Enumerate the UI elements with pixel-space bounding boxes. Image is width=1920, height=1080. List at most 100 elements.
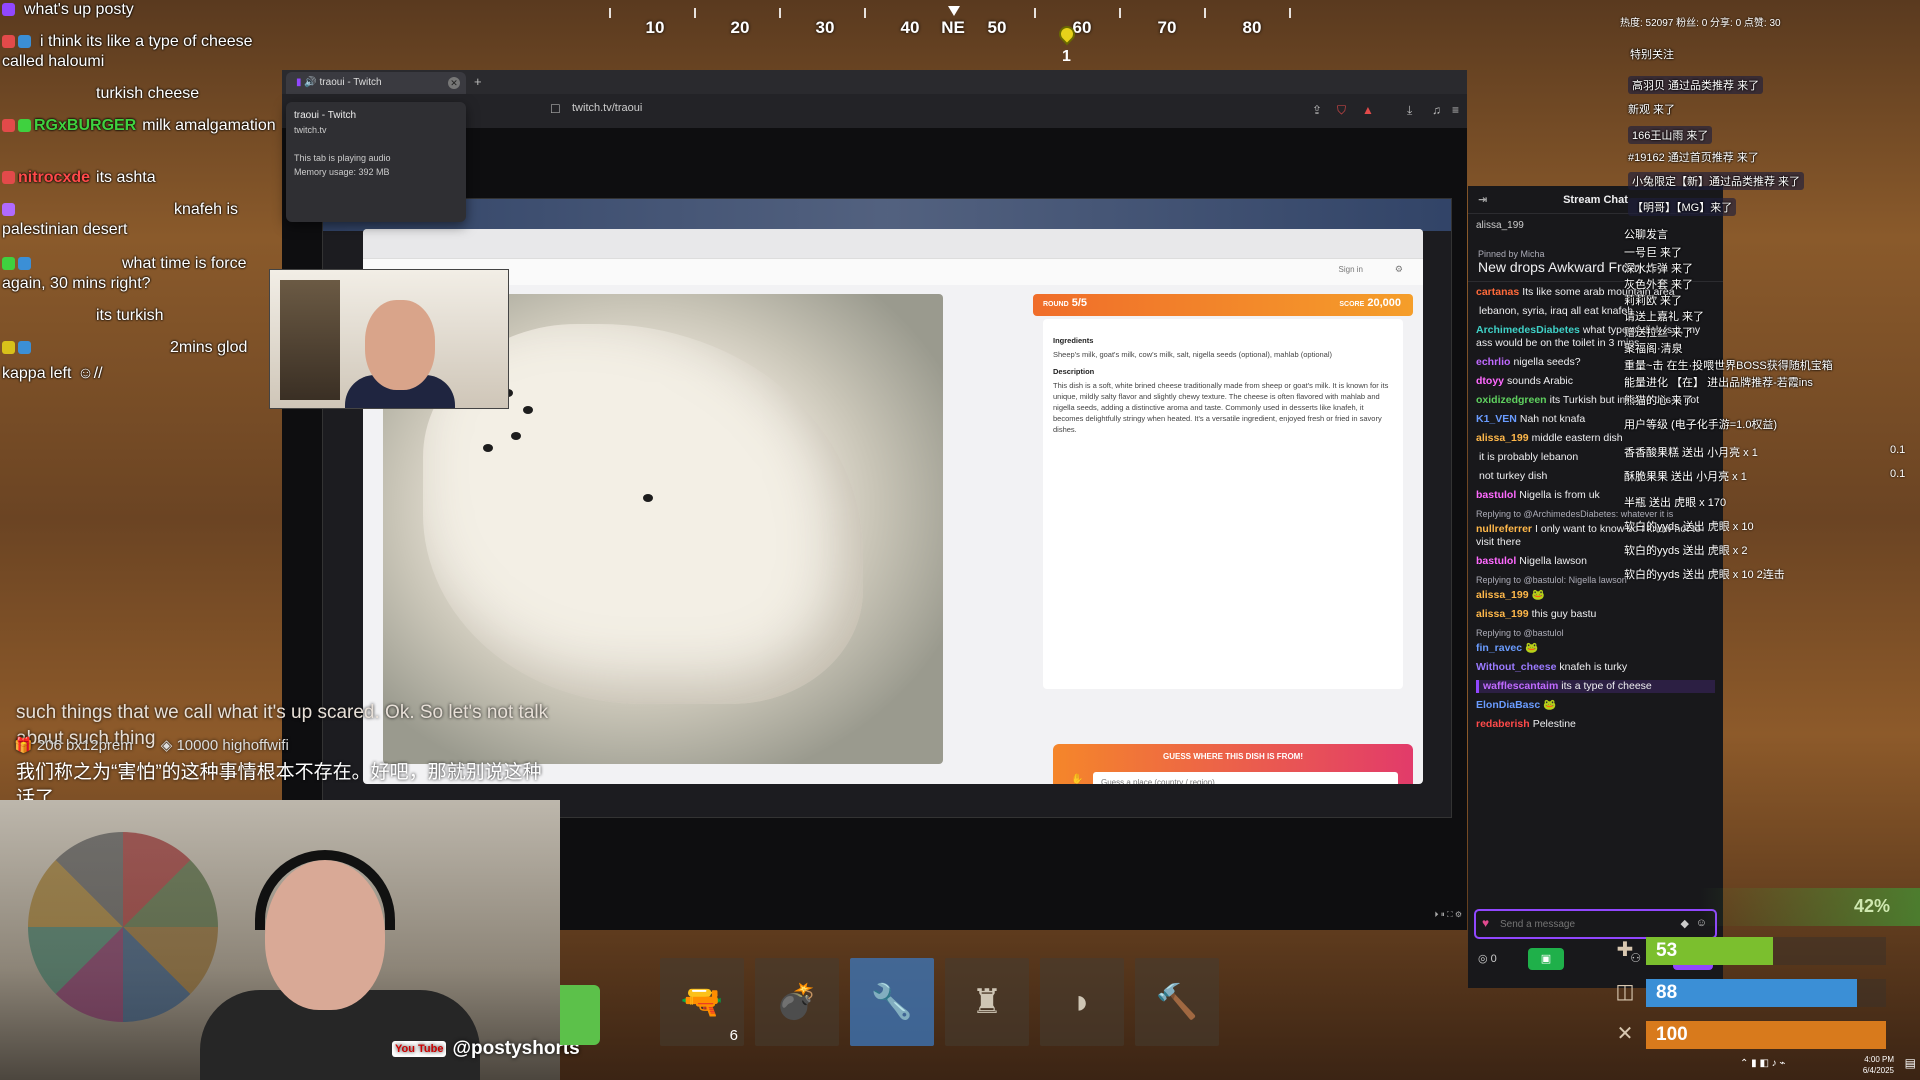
tooltip-domain: twitch.tv [294,125,327,135]
chat-input[interactable] [1500,915,1670,933]
chat-line: its turkish [2,306,287,326]
gift-row: 软白的yyds 送出 虎眼 x 10 2连击 [1624,569,1785,581]
stream-chat-overlay: what's up posty i think its like a type … [0,0,290,400]
new-tab-button[interactable]: + [474,74,482,89]
media-icon[interactable]: ♫ [1432,103,1441,117]
gift-sender: 软白的yyds [1624,545,1680,557]
heart-icon[interactable]: ♥ [1482,917,1494,929]
gift-item: 虎眼 x 10 [1707,521,1754,533]
danmaku-line: 聚福阁·清泉 [1624,343,1683,355]
gift-sender: 香香酸果糕 [1624,447,1679,459]
hydration-bar: ◫ 88 [1610,977,1920,1009]
round-label: ROUND [1043,301,1069,308]
chat-line: knafeh is palestinian desert [2,200,287,240]
chat-username: bastulol [1476,489,1517,501]
description-text: This dish is a soft, white brined cheese… [1053,381,1389,434]
notification-icon[interactable]: ▤ [1905,1056,1916,1070]
hand-icon: ✋ [1071,774,1084,784]
chat-message: its turkish [96,307,164,324]
compass-tick: 40 [900,18,920,37]
building-plan-icon: ◗ [1071,982,1093,1021]
gift-row: 软白的yyds 送出 虎眼 x 2 [1624,545,1748,557]
chat-line: 2mins glod [2,338,287,358]
badge-icon [18,257,31,271]
chat-username: alissa_199 [1476,432,1529,444]
chat-username: ArchimedesDiabetes [1476,324,1580,336]
gift-row: 酥脆果果 送出 小月亮 x 1 [1624,471,1747,483]
chat-message: Without_cheese knafeh is turky [1476,661,1715,674]
bits-icon[interactable]: ◆ [1681,917,1689,930]
shield-icon[interactable]: ⛉ [1337,103,1346,118]
browser-tab[interactable]: ▮ 🔊 traoui - Twitch ✕ [286,72,466,94]
chat-username: fin_ravec [1476,642,1523,654]
stream-stats-bar: 🎁 206 bx12prem ◈ 10000 highoffwifi [14,736,559,756]
badge-icon [2,341,15,355]
tray-icons[interactable]: ⌃ ▮ ◧ ♪ ⌁ [1740,1058,1785,1069]
menu-icon[interactable]: ≡ [1452,103,1459,117]
chat-text: this guy bastu [1531,608,1597,620]
compass-tick-mark [779,8,781,18]
audio-icon: 🔊 [304,77,317,88]
chat-username: wafflescantaim [1483,680,1559,692]
score-value: 20,000 [1367,297,1401,309]
food-value: 100 [1656,1024,1688,1045]
download-icon[interactable]: ⤓ [1407,103,1412,118]
chat-text: sounds Arabic [1507,375,1573,387]
badge-icon [2,171,15,185]
hotbar-slot-hammer[interactable]: 🔨 [1135,958,1219,1046]
chat-message: turkish cheese [96,85,200,102]
danmaku-line: 小兔限定【新】通过品类推荐 来了 [1628,172,1805,190]
gift-row: 软白的yyds 送出 虎眼 x 10 [1624,521,1754,533]
chat-line: what's up posty [2,0,287,20]
diamond-stat-text: 10000 highoffwifi [176,737,289,754]
water-cup-icon: ◫ [1615,981,1635,1003]
tab-close-icon[interactable]: ✕ [448,77,460,89]
extension-icon[interactable]: ▲ [1362,103,1374,117]
chat-line: nitrocxde its ashta [2,168,287,188]
channel-points-button[interactable]: ▣ [1528,948,1564,970]
chat-message: knafeh is palestinian desert [2,201,239,238]
hotbar-slot-explosive[interactable]: 💣 [755,958,839,1046]
share-icon[interactable]: ⇪ [1312,103,1322,117]
compass-tick-mark [1204,8,1206,18]
round-value: 5/5 [1071,297,1088,309]
clock[interactable]: 4:00 PM 6/4/2025 [1863,1054,1894,1076]
chat-text: Nah not knafa [1519,413,1586,425]
compass-tick: 30 [815,18,835,37]
youtube-icon: You Tube [392,1041,447,1057]
danmaku-line: 灰色外套 来了 [1624,279,1694,291]
chat-username: nitrocxde [18,169,91,186]
channel-points-count[interactable]: ◎ 0 [1478,952,1497,965]
hotbar-slot-selected[interactable]: 🔧 [850,958,934,1046]
gift-row: 半瓶 送出 虎眼 x 170 [1624,497,1727,509]
video-controls[interactable]: ⏵ ⏸ ⛶ ⚙ [1122,910,1462,924]
gift-sender: 半瓶 [1624,497,1646,509]
sign-in-link[interactable]: Sign in [1339,265,1363,274]
danmaku-line: 赠送拉丝 来了 [1624,327,1694,339]
hotbar-slot-revolver[interactable]: 🔫 6 [660,958,744,1046]
chat-username: cartanas [1476,286,1520,298]
points-value: 0 [1490,953,1497,965]
compass-tick: 80 [1242,18,1262,37]
chat-username: bastulol [1476,555,1517,567]
chat-message-highlighted: wafflescantaim its a type of cheese [1476,680,1715,693]
bookmark-icon[interactable]: ☐ [550,102,561,116]
health-value: 53 [1656,940,1678,961]
collapse-chat-icon[interactable]: ⇥ [1478,186,1487,214]
guess-input[interactable] [1093,772,1398,784]
hotbar-slot-building[interactable]: ◗ [1040,958,1124,1046]
tooltip-audio: This tab is playing audio [294,153,391,163]
emote-icon: 🐸 [1525,642,1539,654]
gift-item: 虎眼 x 2 [1707,545,1748,557]
hotbar-slot-item[interactable]: ♜ [945,958,1029,1046]
chat-text: lebanon, syria, iraq all eat knafeh [1479,305,1634,317]
chat-message: i think its like a type of cheese called… [2,33,253,70]
chat-message: what's up posty [24,1,134,18]
health-cross-icon: ✚ [1616,939,1634,961]
system-tray: ⌃ ▮ ◧ ♪ ⌁ 4:00 PM 6/4/2025 ▤ [1720,1050,1920,1080]
revolver-icon: 🔫 [680,983,724,1021]
url-field[interactable]: twitch.tv/traoui [572,102,642,114]
compass-heading-marker-icon [948,6,960,16]
settings-icon[interactable]: ⚙ [1395,264,1403,275]
chat-username: Without_cheese [1476,661,1557,673]
